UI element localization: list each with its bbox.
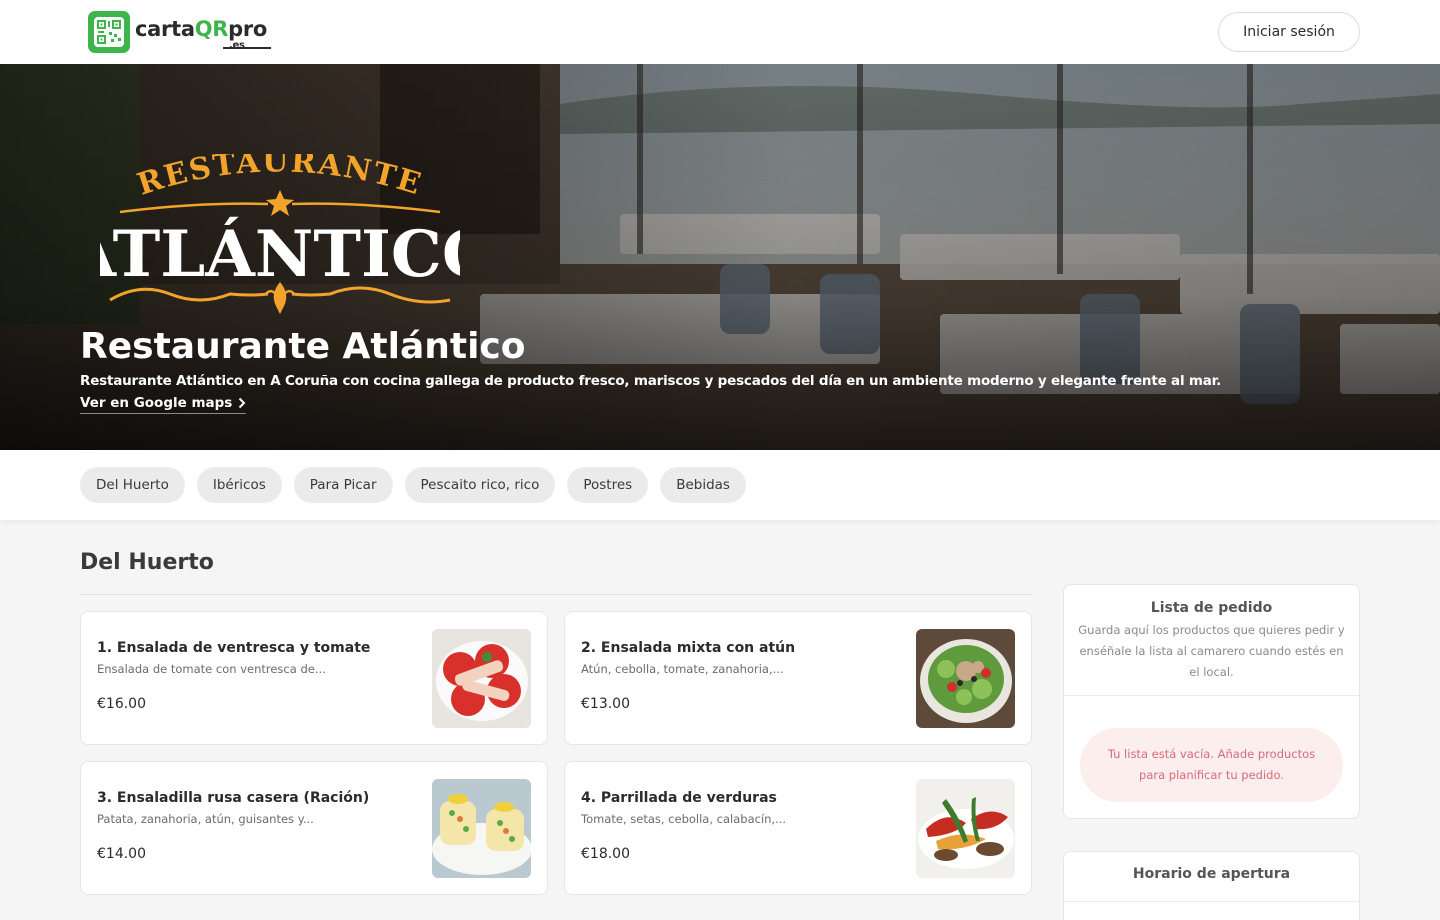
menu-item-card[interactable]: 2. Ensalada mixta con atún Atún, cebolla… (564, 611, 1032, 745)
google-maps-link-label: Ver en Google maps (80, 395, 233, 411)
google-maps-link[interactable]: Ver en Google maps (80, 395, 247, 414)
restaurant-logo: RESTAURANTE ATLÁNTICO (100, 154, 460, 314)
menu-item-description: Patata, zanahoria, atún, guisantes y... (97, 812, 314, 826)
menu-item-name: 1. Ensalada de ventresca y tomate (97, 640, 371, 656)
order-list-panel: Lista de pedido Guarda aquí los producto… (1063, 584, 1360, 819)
logo-main-text: ATLÁNTICO (100, 217, 460, 292)
section-title: Del Huerto (80, 550, 214, 575)
menu-item-card[interactable]: 3. Ensaladilla rusa casera (Ración) Pata… (80, 761, 548, 895)
menu-item-name: 2. Ensalada mixta con atún (581, 640, 796, 656)
category-chips: Del Huerto Ibéricos Para Picar Pescaito … (80, 467, 746, 503)
login-button[interactable]: Iniciar sesión (1218, 12, 1360, 52)
menu-item-name: 3. Ensaladilla rusa casera (Ración) (97, 790, 370, 806)
category-chip-del-huerto[interactable]: Del Huerto (80, 467, 185, 503)
menu-item-price: €13.00 (581, 696, 630, 712)
menu-item-description: Ensalada de tomate con ventresca de... (97, 662, 326, 676)
opening-hours-divider (1064, 901, 1359, 902)
menu-item-description: Tomate, setas, cebolla, calabacín,... (581, 812, 787, 826)
category-chip-ibericos[interactable]: Ibéricos (196, 467, 282, 503)
grilled-vegetables-image (916, 779, 1015, 878)
opening-hours-title: Horario de apertura (1132, 866, 1291, 882)
menu-item-name: 4. Parrillada de verduras (581, 790, 777, 806)
logo-qr: QR (194, 16, 229, 41)
logo-pro: pro (228, 16, 268, 41)
logo-wordmark: cartaQRpro .es (135, 16, 271, 50)
category-chip-pescaito[interactable]: Pescaito rico, rico (404, 467, 556, 503)
menu-item-price: €14.00 (97, 846, 146, 862)
opening-hours-panel: Horario de apertura (1063, 851, 1360, 920)
menu-item-card[interactable]: 1. Ensalada de ventresca y tomate Ensala… (80, 611, 548, 745)
hero-banner: RESTAURANTE ATLÁNTICO Restaurante Atlánt… (0, 64, 1440, 450)
restaurant-description: Restaurante Atlántico en A Coruña con co… (80, 373, 1222, 389)
order-list-divider (1064, 695, 1359, 696)
category-chip-bebidas[interactable]: Bebidas (660, 467, 746, 503)
menu-item-price: €18.00 (581, 846, 630, 862)
restaurant-title: Restaurante Atlántico (80, 326, 526, 367)
category-chip-para-picar[interactable]: Para Picar (293, 467, 393, 503)
logo-underline (223, 46, 271, 49)
logo-carta: carta (135, 16, 195, 41)
mixed-salad-image (916, 629, 1015, 728)
cartaqrpro-logo[interactable]: cartaQRpro .es (88, 11, 271, 53)
category-bar: Del Huerto Ibéricos Para Picar Pescaito … (0, 450, 1440, 520)
order-list-empty-message: Tu lista está vacía. Añade productos par… (1080, 728, 1343, 802)
order-list-text: Guarda aquí los productos que quieres pe… (1078, 623, 1345, 679)
menu-item-price: €16.00 (97, 696, 146, 712)
section-divider (80, 594, 1032, 595)
menu-item-card[interactable]: 4. Parrillada de verduras Tomate, setas,… (564, 761, 1032, 895)
order-list-title: Lista de pedido (1150, 600, 1273, 616)
menu-item-description: Atún, cebolla, tomate, zanahoria,... (581, 662, 784, 676)
russian-salad-image (432, 779, 531, 878)
tomato-salad-image (432, 629, 531, 728)
top-bar: cartaQRpro .es Iniciar sesión (0, 0, 1440, 64)
logo-tld: .es (229, 39, 245, 51)
category-chip-postres[interactable]: Postres (567, 467, 649, 503)
qr-code-icon (88, 11, 130, 53)
chevron-right-icon (239, 397, 246, 409)
